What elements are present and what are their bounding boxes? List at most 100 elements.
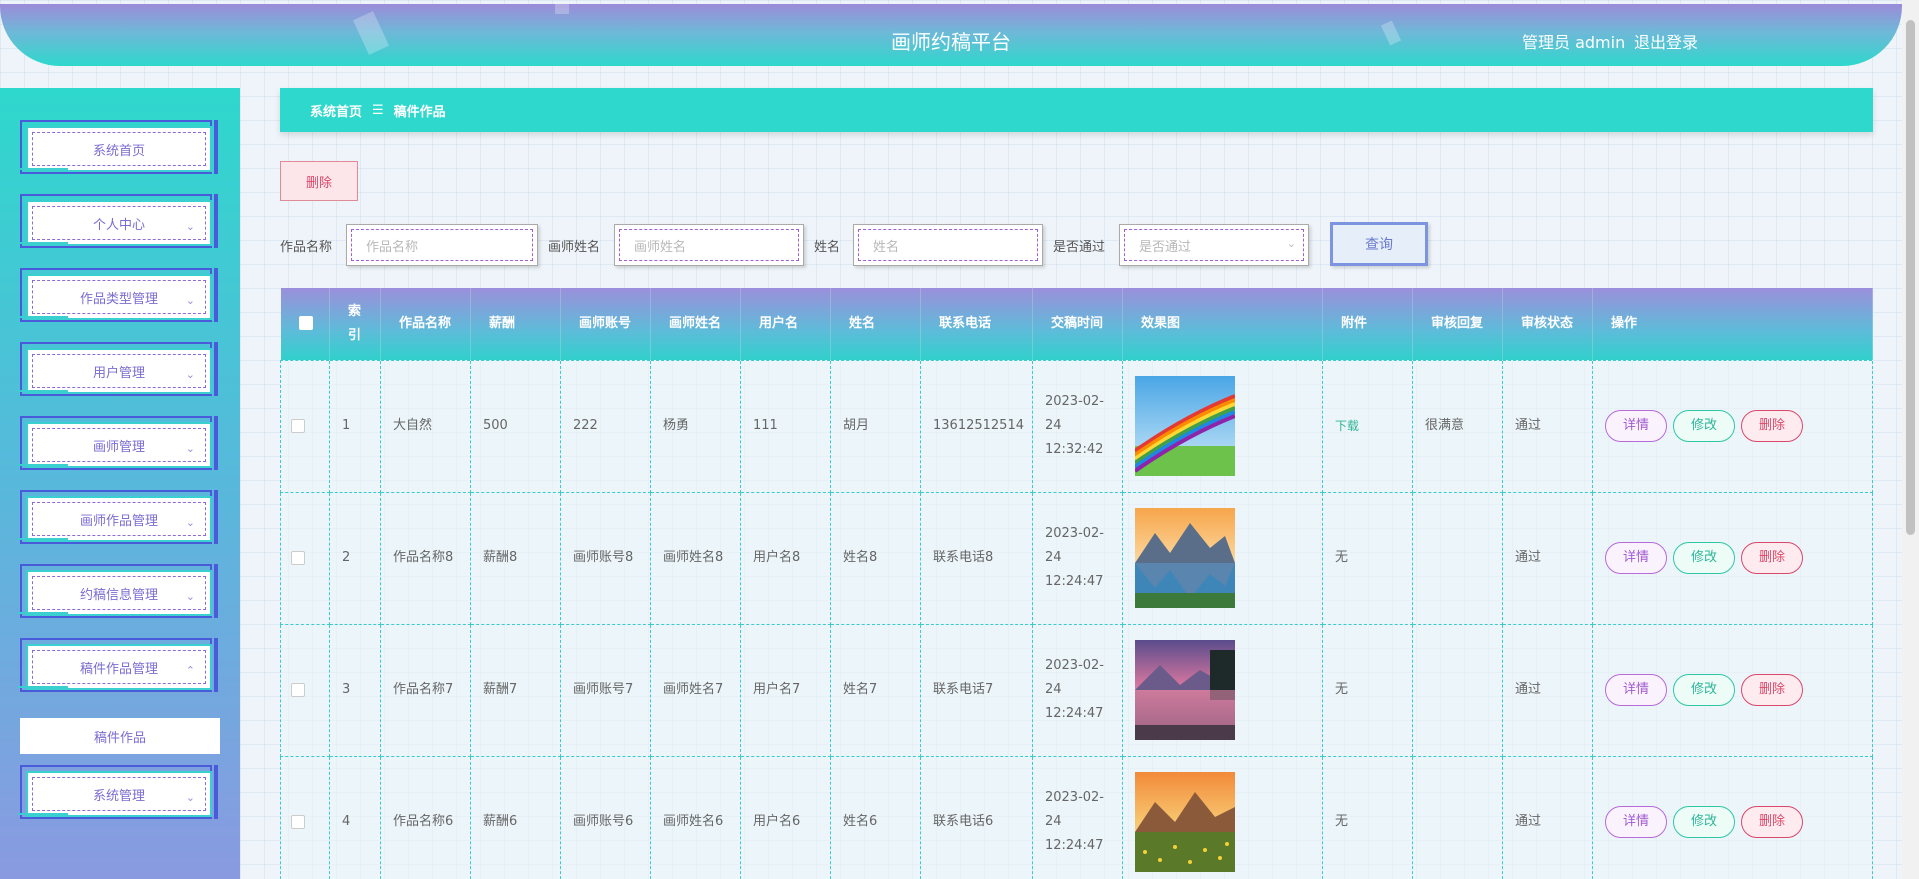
row-checkbox[interactable] [291, 814, 305, 829]
sidebar-item-7[interactable]: 稿件作品管理 ⌃ [18, 638, 218, 696]
effect-image[interactable] [1134, 772, 1235, 872]
col-header: 索引 [329, 288, 381, 360]
menu-decoration [18, 316, 68, 318]
sidebar-item-label: 系统首页 [92, 143, 145, 159]
col-header: 作品名称 [380, 288, 471, 360]
menu-decoration [214, 765, 218, 819]
cell-pay: 薪酬7 [470, 623, 561, 757]
col-header: 审核状态 [1502, 288, 1593, 360]
menu-box: 画师管理 ⌄ [26, 422, 212, 468]
sidebar-item-0[interactable]: 系统首页 [18, 120, 218, 178]
download-link[interactable]: 下载 [1335, 419, 1359, 433]
detail-button[interactable]: 详情 [1604, 806, 1667, 838]
sidebar-item-4[interactable]: 画师管理 ⌄ [18, 416, 218, 474]
chevron-down-icon: ⌄ [185, 590, 195, 603]
scrollbar-thumb[interactable] [1906, 20, 1915, 535]
breadcrumb: 系统首页 ☰ 稿件作品 [280, 88, 1873, 132]
menu-box: 作品类型管理 ⌄ [26, 274, 212, 320]
col-header: 联系电话 [920, 288, 1033, 360]
select-all-checkbox[interactable] [298, 316, 313, 331]
menu-label-wrap: 画师管理 ⌄ [32, 428, 206, 462]
row-select-cell[interactable] [280, 755, 330, 879]
delete-button[interactable]: 删除 [1740, 410, 1803, 442]
edit-button[interactable]: 修改 [1672, 674, 1735, 706]
search-input-name[interactable]: 姓名 [853, 224, 1043, 266]
header-select-all[interactable] [280, 288, 330, 360]
row-checkbox[interactable] [291, 418, 305, 433]
chevron-up-icon: ⌃ [185, 664, 195, 677]
sidebar-item-label: 个人中心 [92, 217, 145, 233]
delete-button[interactable]: 删除 [1740, 806, 1803, 838]
breadcrumb-home[interactable]: 系统首页 [310, 101, 362, 120]
cell-attachment: 下载 [1321, 359, 1413, 493]
col-header: 审核回复 [1412, 288, 1503, 360]
edit-button[interactable]: 修改 [1672, 806, 1735, 838]
cell-pay: 薪酬8 [470, 491, 561, 625]
detail-button[interactable]: 详情 [1604, 674, 1667, 706]
cell-actions: 详情 修改 删除 [1591, 623, 1874, 757]
sidebar-item-label: 用户管理 [92, 365, 145, 381]
search-input-artist-name[interactable]: 画师姓名 [614, 224, 804, 266]
header-decoration [555, 4, 569, 14]
sidebar-item-1[interactable]: 个人中心 ⌄ [18, 194, 218, 252]
vertical-scrollbar[interactable] [1902, 0, 1919, 879]
sidebar-item-label: 作品类型管理 [79, 291, 158, 307]
row-select-cell[interactable] [280, 359, 330, 493]
delete-button[interactable]: 删除 [1740, 542, 1803, 574]
effect-image[interactable] [1134, 376, 1235, 476]
sidebar-item-8[interactable]: 系统管理 ⌄ [18, 765, 218, 823]
sidebar-item-3[interactable]: 用户管理 ⌄ [18, 342, 218, 400]
sidebar-item-5[interactable]: 画师作品管理 ⌄ [18, 490, 218, 548]
row-checkbox[interactable] [291, 682, 305, 697]
sidebar-item-2[interactable]: 作品类型管理 ⌄ [18, 268, 218, 326]
table-row: 2 作品名称8 薪酬8 画师账号8 画师姓名8 用户名8 姓名8 联系电话8 2023-02-2… [280, 491, 1874, 625]
menu-decoration [18, 813, 68, 815]
attachment-text: 无 [1334, 550, 1348, 565]
attachment-text: 无 [1334, 814, 1348, 829]
cell-index: 3 [329, 623, 381, 757]
menu-decoration [214, 416, 218, 470]
row-checkbox[interactable] [291, 550, 305, 565]
breadcrumb-current: 稿件作品 [393, 104, 446, 120]
menu-decoration [214, 120, 218, 174]
cell-status: 通过 [1501, 491, 1593, 625]
cell-actions: 详情 修改 删除 [1591, 755, 1874, 879]
edit-button[interactable]: 修改 [1672, 410, 1735, 442]
cell-image [1121, 755, 1323, 879]
cell-username: 111 [740, 359, 831, 493]
cell-name: 作品名称8 [380, 491, 471, 625]
cell-index: 1 [329, 359, 381, 493]
cell-actions: 详情 修改 删除 [1591, 359, 1874, 493]
search-select-approved[interactable]: 是否通过 ⌄ [1119, 224, 1309, 266]
batch-delete-button[interactable]: 删除 [280, 161, 358, 201]
cell-index: 4 [329, 755, 381, 879]
row-select-cell[interactable] [280, 623, 330, 757]
row-select-cell[interactable] [280, 491, 330, 625]
menu-decoration [214, 268, 218, 322]
effect-image[interactable] [1134, 640, 1235, 740]
menu-decoration [18, 390, 68, 392]
detail-button[interactable]: 详情 [1604, 410, 1667, 442]
sidebar-item-6[interactable]: 约稿信息管理 ⌄ [18, 564, 218, 622]
effect-image[interactable] [1134, 508, 1235, 608]
menu-decoration [18, 612, 68, 614]
menu-box: 系统管理 ⌄ [26, 771, 212, 817]
sidebar-item-label: 系统管理 [92, 788, 145, 804]
search-input-work-name[interactable]: 作品名称 [346, 224, 538, 266]
cell-image [1121, 491, 1323, 625]
col-header: 交稿时间 [1032, 288, 1123, 360]
logout-link[interactable]: 退出登录 [1634, 29, 1698, 53]
chevron-down-icon: ⌄ [185, 220, 195, 233]
sidebar-subitem-gaojian[interactable]: 稿件作品 [20, 718, 220, 754]
search-label-approved: 是否通过 [1053, 240, 1106, 255]
query-button[interactable]: 查询 [1330, 222, 1428, 266]
detail-button[interactable]: 详情 [1604, 542, 1667, 574]
table-row: 4 作品名称6 薪酬6 画师账号6 画师姓名6 用户名6 姓名6 联系电话6 2023-02-2… [280, 755, 1874, 879]
cell-username: 用户名6 [740, 755, 831, 879]
edit-button[interactable]: 修改 [1672, 542, 1735, 574]
top-header: 画师约稿平台 管理员 admin 退出登录 [0, 4, 1902, 66]
delete-button[interactable]: 删除 [1740, 674, 1803, 706]
cell-phone: 13612512514 [920, 359, 1033, 493]
menu-label-wrap: 约稿信息管理 ⌄ [32, 576, 206, 610]
cell-artist: 画师姓名8 [650, 491, 741, 625]
